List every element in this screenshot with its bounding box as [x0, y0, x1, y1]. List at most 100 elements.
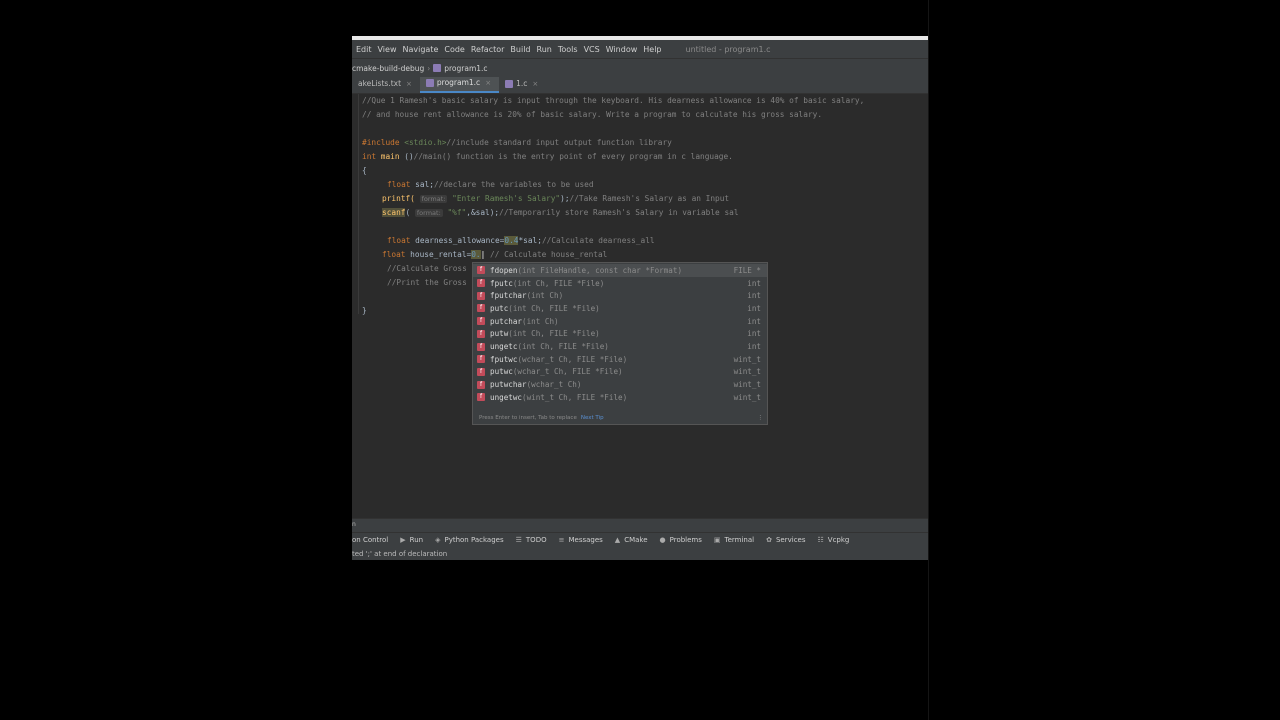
page-divider [928, 0, 929, 720]
tool-services[interactable]: ✿ Services [766, 536, 805, 544]
menu-refactor[interactable]: Refactor [471, 45, 505, 54]
tool-messages[interactable]: ≡ Messages [559, 536, 603, 544]
next-tip-link[interactable]: Next Tip [581, 415, 604, 421]
code-token: 0.4 [504, 236, 519, 245]
suggestion-return-type: int [747, 316, 761, 326]
suggestion-return-type: int [747, 329, 761, 339]
code-token: ); [560, 194, 570, 203]
function-icon: f [477, 317, 485, 326]
menu-vcs[interactable]: VCS [584, 45, 600, 54]
tab-program1[interactable]: program1.c × [419, 77, 500, 93]
code-token: *sal; [518, 236, 542, 245]
tool-todo[interactable]: ☰ TODO [516, 536, 547, 544]
c-file-icon [425, 78, 434, 87]
cmake-icon: ▲ [614, 536, 621, 544]
suggestion-params: (int Ch, FILE *File) [512, 278, 605, 288]
tab-cmakelists[interactable]: akeLists.txt × [352, 77, 420, 93]
autocomplete-popup[interactable]: f fdopen (int FileHandle, const char *Form… [472, 262, 768, 425]
autocomplete-item[interactable]: f fputwc (wchar_t Ch, FILE *File) wint_t [473, 353, 767, 366]
suggestion-return-type: int [747, 291, 761, 301]
menu-tools[interactable]: Tools [558, 45, 578, 54]
function-icon: f [477, 304, 485, 313]
popup-hint: Press Enter to insert, Tab to replace [479, 415, 577, 421]
code-line: float sal;//declare the variables to be … [387, 180, 594, 189]
menu-navigate[interactable]: Navigate [402, 45, 438, 54]
more-options-icon[interactable]: ⋮ [758, 415, 764, 421]
suggestion-params: (wchar_t Ch, FILE *File) [512, 367, 623, 377]
breadcrumb-folder[interactable]: cmake-build-debug [352, 64, 424, 73]
tool-label: Problems [669, 536, 702, 544]
tool-label: Terminal [724, 536, 755, 544]
tab-1c[interactable]: 1.c × [499, 77, 546, 93]
suggestion-name: fputwc [490, 354, 518, 364]
close-icon[interactable]: × [406, 80, 412, 88]
suggestion-return-type: FILE * [733, 265, 761, 275]
param-hint: format: [414, 209, 443, 217]
menu-build[interactable]: Build [510, 45, 530, 54]
tool-cmake[interactable]: ▲ CMake [615, 536, 648, 544]
menu-help[interactable]: Help [643, 45, 661, 54]
function-icon: f [477, 393, 485, 402]
suggestion-params: (wchar_t Ch, FILE *File) [517, 354, 628, 364]
suggestion-name: putchar [490, 316, 523, 326]
code-token: ( [405, 208, 411, 217]
window-title: untitled - program1.c [685, 44, 771, 54]
menu-run[interactable]: Run [537, 45, 552, 54]
c-file-icon [505, 79, 514, 88]
tool-label: Vcpkg [827, 536, 850, 544]
tool-problems[interactable]: ● Problems [660, 536, 702, 544]
terminal-icon: ▣ [713, 536, 721, 544]
autocomplete-item[interactable]: f fputchar (int Ch) int [473, 289, 767, 302]
suggestion-name: putw [490, 329, 509, 339]
popup-footer: Press Enter to insert, Tab to replace Ne… [473, 412, 767, 424]
suggestion-params: (wint_t Ch, FILE *File) [522, 392, 628, 402]
function-icon: f [477, 329, 485, 338]
suggestion-return-type: int [747, 303, 761, 313]
autocomplete-item[interactable]: f putchar (int Ch) int [473, 315, 767, 328]
tool-python-packages[interactable]: ◈ Python Packages [435, 536, 504, 544]
autocomplete-item[interactable]: f ungetwc (wint_t Ch, FILE *File) wint_t [473, 391, 767, 404]
tool-version-control[interactable]: on Control [352, 536, 388, 544]
function-icon: f [477, 380, 485, 389]
autocomplete-item[interactable]: f putwc (wchar_t Ch, FILE *File) wint_t [473, 366, 767, 379]
menu-view[interactable]: View [378, 45, 397, 54]
code-token: int [362, 152, 377, 161]
tool-vcpkg[interactable]: ☷ Vcpkg [818, 536, 850, 544]
autocomplete-item[interactable]: f putc (int Ch, FILE *File) int [473, 302, 767, 315]
param-hint: format: [419, 195, 448, 203]
tab-label: program1.c [436, 78, 481, 87]
suggestion-params: (int Ch) [526, 291, 564, 301]
tool-label: Services [775, 536, 806, 544]
autocomplete-item[interactable]: f ungetc (int Ch, FILE *File) int [473, 340, 767, 353]
tool-terminal[interactable]: ▣ Terminal [714, 536, 754, 544]
run-icon: ▶ [400, 536, 406, 544]
suggestion-return-type: wint_t [733, 354, 761, 364]
tool-run[interactable]: ▶ Run [400, 536, 423, 544]
breadcrumb: cmake-build-debug › program1.c [352, 58, 928, 77]
divider [352, 518, 928, 519]
suggestion-params: (wchar_t Ch) [526, 380, 582, 390]
vcpkg-icon: ☷ [817, 536, 824, 544]
menu-edit[interactable]: Edit [356, 45, 372, 54]
package-icon: ◈ [435, 536, 441, 544]
close-icon[interactable]: × [532, 80, 538, 88]
menu-window[interactable]: Window [606, 45, 638, 54]
code-token: ,&sal); [466, 208, 500, 217]
suggestion-params: (int Ch, FILE *File) [508, 329, 600, 339]
code-line: //Calculate Gross [387, 264, 467, 273]
code-line: #include <stdio.h>//include standard inp… [362, 138, 672, 147]
menu-code[interactable]: Code [444, 45, 464, 54]
code-line: int main ()//main() function is the entr… [362, 152, 733, 161]
autocomplete-item[interactable]: f fputc (int Ch, FILE *File) int [473, 277, 767, 290]
breadcrumb-file[interactable]: program1.c [444, 64, 487, 73]
autocomplete-item[interactable]: f putw (int Ch, FILE *File) int [473, 328, 767, 341]
autocomplete-item[interactable]: f fdopen (int FileHandle, const char *Form… [473, 264, 767, 277]
autocomplete-item[interactable]: f putwchar (wchar_t Ch) wint_t [473, 378, 767, 391]
close-icon[interactable]: × [485, 79, 491, 87]
code-token: dearness_allowance= [410, 236, 505, 245]
code-line: //Que 1 Ramesh's basic salary is input t… [362, 96, 865, 105]
code-token: sal; [410, 180, 434, 189]
suggestion-return-type: wint_t [733, 380, 761, 390]
function-icon: f [477, 279, 485, 288]
code-token: #include [362, 138, 400, 147]
